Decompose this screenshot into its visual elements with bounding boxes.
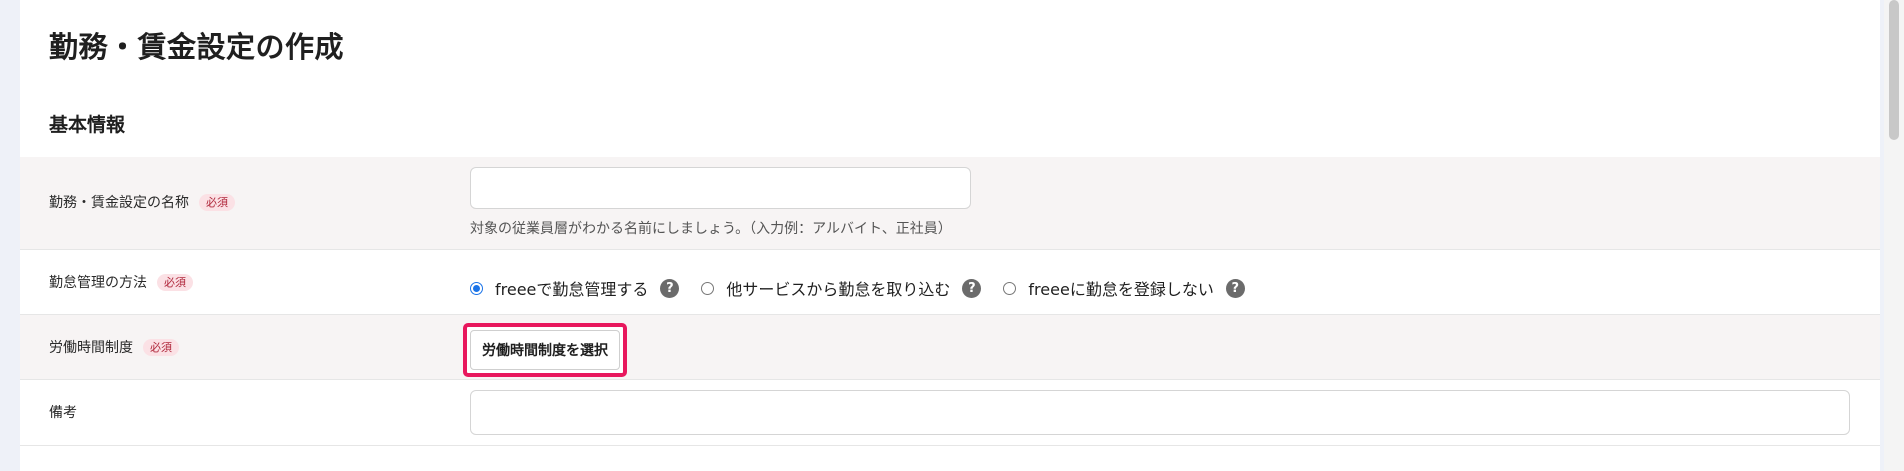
- main-panel: 勤務・賃金設定の作成 基本情報 勤務・賃金設定の名称 必須 対象の従業員層がわか…: [20, 0, 1880, 471]
- setting-name-input[interactable]: [470, 167, 971, 209]
- attendance-label: 勤怠管理の方法: [49, 275, 147, 291]
- remarks-input[interactable]: [470, 390, 1850, 435]
- radio-option-no-attendance[interactable]: freeeに勤怠を登録しない ?: [1003, 276, 1245, 300]
- help-icon[interactable]: ?: [1225, 278, 1245, 298]
- radio-label: freeeに勤怠を登録しない: [1028, 280, 1214, 299]
- scrollbar-thumb[interactable]: [1889, 0, 1899, 140]
- required-badge: 必須: [199, 193, 235, 211]
- scrollbar-track[interactable]: [1884, 0, 1904, 471]
- required-badge: 必須: [157, 273, 193, 291]
- radio-label: freeeで勤怠管理する: [495, 280, 649, 299]
- help-icon[interactable]: ?: [962, 278, 982, 298]
- form-row-working-hours: 労働時間制度 必須 労働時間制度を選択: [20, 315, 1880, 380]
- remarks-label: 備考: [49, 405, 77, 421]
- attendance-label-group: 勤怠管理の方法 必須: [49, 272, 193, 292]
- radio-button[interactable]: [470, 281, 483, 295]
- required-badge: 必須: [143, 338, 179, 356]
- form-row-remarks: 備考: [20, 380, 1880, 446]
- name-label: 勤務・賃金設定の名称: [49, 195, 189, 211]
- section-title: 基本情報: [49, 114, 126, 136]
- select-working-hours-button[interactable]: 労働時間制度を選択: [470, 330, 620, 370]
- remarks-label-group: 備考: [49, 402, 77, 422]
- working-hours-label-group: 労働時間制度 必須: [49, 337, 179, 357]
- form-row-attendance: 勤怠管理の方法 必須 freeeで勤怠管理する ? 他サービスから勤怠を取り込む…: [20, 250, 1880, 315]
- radio-button[interactable]: [1003, 281, 1017, 295]
- radio-option-import-other-service[interactable]: 他サービスから勤怠を取り込む ?: [701, 276, 982, 300]
- attendance-radio-group: freeeで勤怠管理する ? 他サービスから勤怠を取り込む ? freeeに勤怠…: [470, 276, 1267, 300]
- help-icon[interactable]: ?: [660, 278, 680, 298]
- radio-button[interactable]: [701, 281, 715, 295]
- name-hint: 対象の従業員層がわかる名前にしましょう。（入力例：アルバイト、正社員）: [470, 221, 952, 237]
- working-hours-label: 労働時間制度: [49, 340, 133, 356]
- radio-option-freee-attendance[interactable]: freeeで勤怠管理する ?: [470, 276, 680, 300]
- name-label-group: 勤務・賃金設定の名称 必須: [49, 192, 235, 212]
- form-row-name: 勤務・賃金設定の名称 必須 対象の従業員層がわかる名前にしましょう。（入力例：ア…: [20, 157, 1880, 250]
- highlight-frame: 労働時間制度を選択: [463, 323, 627, 377]
- radio-label: 他サービスから勤怠を取り込む: [726, 280, 951, 299]
- page-title: 勤務・賃金設定の作成: [49, 30, 345, 64]
